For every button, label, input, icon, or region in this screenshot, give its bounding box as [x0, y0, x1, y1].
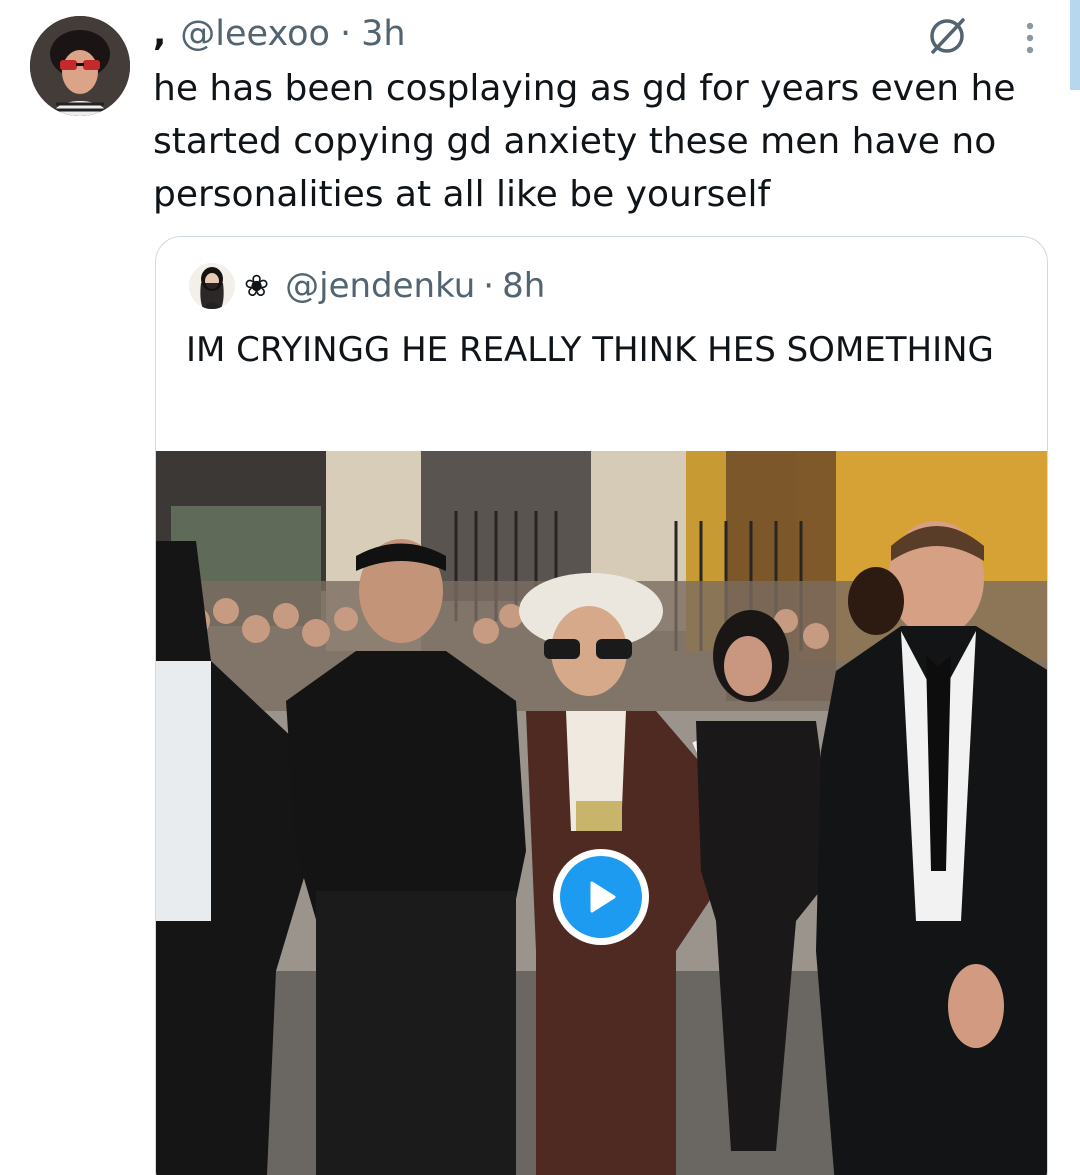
tweet-text: he has been cosplaying as gd for years e… [153, 68, 1016, 215]
display-name[interactable]: , [153, 14, 166, 54]
quoted-handle[interactable]: @jendenku [285, 266, 475, 306]
video-thumbnail [156, 451, 1047, 1175]
tweet-header: , @leexoo · 3h [153, 12, 406, 56]
quoted-tweet[interactable]: ❀ @jendenku · 8h IM CRYINGG HE REALLY TH… [155, 236, 1048, 1175]
quoted-avatar-image [189, 263, 235, 309]
quoted-timestamp[interactable]: 8h [502, 266, 545, 306]
play-button[interactable] [553, 849, 649, 945]
quoted-header: ❀ @jendenku · 8h [244, 263, 545, 309]
video-media[interactable] [156, 451, 1047, 1175]
handle[interactable]: @leexoo [180, 14, 330, 54]
separator: · [339, 14, 352, 54]
quoted-separator: · [483, 266, 495, 306]
scrollbar[interactable] [1070, 0, 1080, 90]
quoted-avatar[interactable] [189, 263, 235, 309]
flower-icon: ❀ [244, 268, 270, 304]
avatar-image [30, 16, 130, 116]
verified-ring-icon[interactable] [925, 14, 969, 58]
timestamp[interactable]: 3h [361, 14, 405, 54]
avatar[interactable] [30, 16, 130, 116]
more-vertical-icon[interactable] [1010, 18, 1050, 58]
play-icon [590, 881, 616, 913]
tweet[interactable]: , @leexoo · 3h he has been cosplaying as… [0, 0, 1080, 1175]
quoted-tweet-text: IM CRYINGG HE REALLY THINK HES SOMETHING [186, 330, 994, 370]
play-button-fill [560, 856, 642, 938]
